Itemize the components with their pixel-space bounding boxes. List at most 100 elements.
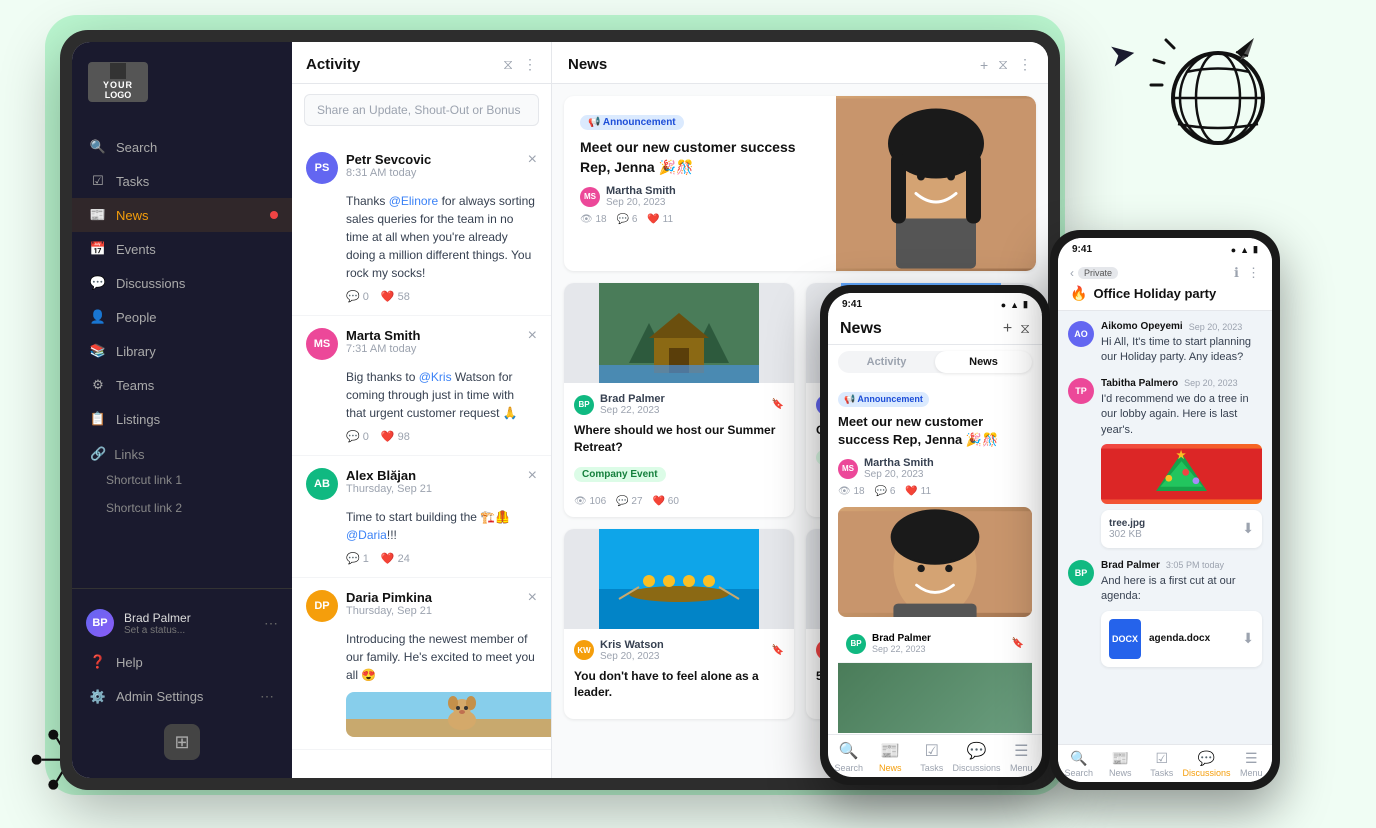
phone-tab-search[interactable]: 🔍 Search [828,741,870,773]
sidebar: YOUR LOGO 🔍 Search ☑ Tasks 📰 News [72,42,292,778]
post-header: AB Alex Blăjan Thursday, Sep 21 × [306,468,537,500]
phone-tab-activity[interactable]: Activity [838,351,935,373]
user-profile-item[interactable]: BP Brad Palmer Set a status... ⋯ [72,601,292,645]
sidebar-item-label-events: Events [116,242,156,257]
phone-tab-label: News [879,763,902,773]
close-icon[interactable]: × [528,152,537,168]
news-stats: 👁 18 💬 6 ❤️ 11 [580,214,820,225]
file-name: tree.jpg 302 KB [1109,518,1234,540]
chat-tab-search[interactable]: 🔍 Search [1058,750,1100,778]
user-name: Brad Palmer [124,611,254,625]
events-icon: 📅 [90,241,106,257]
sidebar-item-news[interactable]: 📰 News [72,198,292,232]
news-author-name: Martha Smith [606,185,676,197]
more-news-options-icon[interactable]: ⋮ [1018,56,1032,73]
news-panel-title: News [568,56,607,73]
activity-feed: PS Petr Sevcovic 8:31 AM today × Thanks … [292,136,551,778]
mention: @Daria [346,528,387,542]
sidebar-item-tasks[interactable]: ☑ Tasks [72,164,292,198]
chat-tab-label: News [1109,768,1132,778]
phone-post-author: Brad Palmer [872,633,931,644]
search-icon: 🔍 [839,741,859,761]
wifi-icon: ● [1231,245,1236,255]
sidebar-item-shortcut2[interactable]: Shortcut link 2 [72,494,292,522]
phone-news-content: 📢 Announcement Meet our new customer suc… [828,379,1042,734]
sidebar-item-admin[interactable]: ⚙️ Admin Settings ⋯ [72,679,292,714]
post-meta: Petr Sevcovic 8:31 AM today [346,152,520,179]
search-icon: 🔍 [90,139,106,155]
phone-post-date: Sep 22, 2023 [872,644,931,654]
sidebar-item-library[interactable]: 📚 Library [72,334,292,368]
menu-icon: ☰ [1245,750,1258,767]
post-time: Thursday, Sep 21 [346,605,520,617]
chat-message: BP Brad Palmer 3:05 PM today And here is… [1068,560,1262,667]
close-icon[interactable]: × [528,590,537,606]
filter-icon[interactable]: ⧖ [503,56,513,73]
close-icon[interactable]: × [528,468,537,484]
phone-tab-news-bottom[interactable]: 📰 News [870,741,912,773]
phone-tab-news[interactable]: News [935,351,1032,373]
more-icon[interactable]: ⋮ [1247,265,1260,281]
chat-message: TP Tabitha Palmero Sep 20, 2023 I'd reco… [1068,378,1262,548]
discussions-icon: 💬 [1198,750,1215,767]
filter-icon[interactable]: ⧖ [1020,320,1030,338]
mini-avatar: BP [574,395,594,415]
sidebar-item-events[interactable]: 📅 Events [72,232,292,266]
phone-tab-menu[interactable]: ☰ Menu [1001,741,1042,773]
sidebar-item-help[interactable]: ❓ Help [72,645,292,679]
info-icon[interactable]: ℹ [1234,265,1239,281]
chat-tab-news[interactable]: 📰 News [1100,750,1142,778]
mobile-phone-news: 9:41 ● ▲ ▮ News + ⧖ Activity News 📢 Anno… [820,285,1050,785]
news-badge: Company Event [574,467,666,482]
close-icon[interactable]: × [528,328,537,344]
news-tab-icon: 📰 [880,741,900,761]
add-icon[interactable]: + [1003,320,1012,338]
news-card-title: You don't have to feel alone as a leader… [574,668,784,702]
chat-image-attachment [1101,444,1262,504]
chat-phone-time: 9:41 [1072,244,1092,255]
post-body: Time to start building the 🏗️🦺 @Daria!!! [346,508,537,544]
post-body: Introducing the newest member of our fam… [346,630,537,684]
bookmark-icon: 🔖 [772,399,784,410]
chat-tab-discussions[interactable]: 💬 Discussions [1183,750,1231,778]
chat-tab-tasks[interactable]: ☑ Tasks [1141,750,1183,778]
chat-message-content: Brad Palmer 3:05 PM today And here is a … [1101,560,1262,667]
sidebar-item-people[interactable]: 👤 People [72,300,292,334]
app-switcher-icon[interactable]: ⊞ [164,724,200,760]
battery-icon: ▮ [1023,299,1028,310]
back-icon[interactable]: ‹ [1070,266,1074,280]
filter-news-icon[interactable]: ⧖ [998,56,1008,73]
post-time: Thursday, Sep 21 [346,483,520,495]
news-card-content: KW Kris Watson Sep 20, 2023 🔖 You don't … [564,629,794,720]
admin-menu-icon: ⋯ [260,688,274,705]
chat-tab-menu[interactable]: ☰ Menu [1231,750,1272,778]
sidebar-item-search[interactable]: 🔍 Search [72,130,292,164]
docx-label: agenda.docx [1149,633,1234,644]
download-icon[interactable]: ⬇ [1242,520,1254,537]
sidebar-item-discussions[interactable]: 💬 Discussions [72,266,292,300]
chat-header-top: ‹ Private ℹ ⋮ [1070,265,1260,281]
download-icon[interactable]: ⬇ [1242,630,1254,647]
add-post-icon[interactable]: + [980,57,988,73]
globe-icon [1146,30,1276,160]
avatar: MS [306,328,338,360]
sidebar-item-listings[interactable]: 📋 Listings [72,402,292,436]
sidebar-item-shortcut1[interactable]: Shortcut link 1 [72,466,292,494]
post-meta: Marta Smith 7:31 AM today [346,328,520,355]
chat-status-bar: 9:41 ● ▲ ▮ [1058,238,1272,259]
more-options-icon[interactable]: ⋮ [523,56,537,73]
chat-docx-card: DOCX agenda.docx ⬇ [1101,611,1262,667]
people-icon: 👤 [90,309,106,325]
post-time: 7:31 AM today [346,343,520,355]
phone-tab-discussions[interactable]: 💬 Discussions [953,741,1001,773]
post-reactions: 💬 1 ❤️ 24 [346,552,537,565]
user-menu-icon[interactable]: ⋯ [264,615,278,632]
bookmark-icon: 🔖 [1012,638,1024,649]
phone-tab-tasks[interactable]: ☑ Tasks [911,741,953,773]
chat-message: AO Aikomo Opeyemi Sep 20, 2023 Hi All, I… [1068,321,1262,366]
activity-search-bar[interactable]: Share an Update, Shout-Out or Bonus [304,94,539,126]
avatar: PS [306,152,338,184]
news-author-name: Kris Watson [600,639,664,651]
sidebar-item-teams[interactable]: ⚙ Teams [72,368,292,402]
news-stats: 👁 106 💬 27 ❤️ 60 [574,496,784,507]
